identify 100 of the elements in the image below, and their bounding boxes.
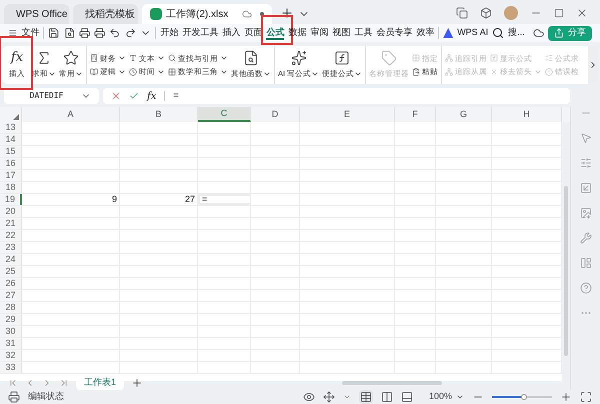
row-header[interactable]: 14 [0,134,22,145]
file-menu[interactable]: 文件 [21,26,40,40]
page-view-icon[interactable] [380,391,393,403]
zoom-menu[interactable]: 100% [428,390,464,404]
print-icon[interactable] [94,27,106,39]
cloud-icon [242,9,252,19]
function-icon [445,54,454,62]
caret-icon [263,70,271,78]
menu-tab[interactable]: 审阅 [310,27,328,38]
search-icon [492,27,504,39]
share-icon [554,28,564,38]
caret-icon [456,393,464,401]
row-header[interactable]: 22 [0,230,22,241]
row-header[interactable]: 21 [0,218,22,229]
macro-icon[interactable] [8,391,20,403]
row-header[interactable]: 25 [0,266,22,277]
row-header[interactable]: 31 [0,338,22,349]
last-sheet-icon[interactable] [59,378,69,388]
row-header[interactable]: 17 [0,170,22,181]
zoom-in-icon[interactable] [560,391,572,403]
caret-icon [48,70,56,78]
cube-icon[interactable] [480,7,492,19]
row-header[interactable]: 30 [0,326,22,337]
column-header[interactable]: C [198,107,251,122]
page-break-icon[interactable] [400,391,413,403]
caret-icon [311,70,320,78]
window-icon[interactable] [456,7,468,19]
function-icon [381,50,398,66]
row-header[interactable]: 18 [0,182,22,193]
row-header[interactable]: 27 [0,290,22,301]
document-tab[interactable]: 工作簿(2).xlsx [142,4,272,24]
row-header[interactable]: 13 [0,122,22,133]
menu-tab[interactable]: 视图 [332,27,350,38]
function-icon [490,54,498,62]
document-tab[interactable]: WPS Office [4,4,69,24]
function-icon [129,68,137,76]
formula-field[interactable]: fx = [103,88,570,104]
cell-value: 27 [184,192,195,206]
print-icon[interactable] [78,27,90,39]
function-icon [545,54,554,62]
function-icon [90,54,98,62]
search-field[interactable]: 搜... [492,26,525,40]
row-header[interactable]: 28 [0,302,22,313]
normal-view-button[interactable] [358,390,373,404]
redo-icon[interactable] [124,27,136,39]
menu-tab[interactable]: 会员专享 [376,27,412,38]
menu-tab[interactable]: 开发工具 [182,27,218,38]
undo-icon[interactable] [109,27,121,39]
menu-tab[interactable]: 公式 [266,27,284,40]
maximize-icon[interactable] [554,8,564,18]
ai-button[interactable]: WPS AI [443,26,488,40]
row-header[interactable]: 32 [0,350,22,361]
cell-value: 9 [112,192,117,206]
row-header[interactable]: 20 [0,206,22,217]
cloud-icon[interactable] [532,27,544,39]
menu-tab[interactable]: 插入 [222,27,240,38]
row-header[interactable]: 16 [0,158,22,169]
function-icon [545,68,554,76]
row-header[interactable]: 29 [0,314,22,325]
sliders-icon[interactable] [580,157,592,169]
new-tab-icon[interactable] [280,6,294,20]
row-header[interactable]: 24 [0,254,22,265]
menu-tab[interactable]: 效率 [416,27,434,38]
menu-tab[interactable]: 工具 [354,27,372,38]
function-icon [412,68,420,76]
menu-tab[interactable]: 开始 [160,27,178,38]
move-icon[interactable] [322,391,335,403]
close-icon[interactable] [576,7,588,19]
row-header[interactable]: 19 [0,194,22,205]
row-header[interactable]: 26 [0,278,22,289]
menu-icon[interactable] [8,28,18,38]
caret-icon[interactable] [342,393,351,401]
row-header[interactable]: 23 [0,242,22,253]
active-cell-text: = [202,192,208,206]
function-icon [290,50,307,66]
save-icon[interactable] [48,27,60,39]
function-icon [168,54,176,62]
function-icon [63,50,79,66]
sheet-tab[interactable]: 工作表1 [76,376,124,390]
confirm-icon[interactable] [129,91,139,101]
add-sheet-icon[interactable] [131,376,144,388]
row-header[interactable]: 15 [0,146,22,157]
preview-icon[interactable] [64,27,75,39]
spreadsheet-icon [150,8,162,20]
function-icon [445,68,454,76]
name-box[interactable]: DATEDIF [4,88,99,104]
function-icon [129,54,137,62]
document-tab[interactable]: 找稻壳模板 [73,4,138,24]
first-sheet-icon[interactable] [8,378,18,388]
caret-icon [75,70,83,78]
cancel-icon[interactable] [111,91,121,101]
status-text: 编辑状态 [28,390,64,404]
function-symbol[interactable]: fx [147,88,156,104]
function-symbol: fx [10,50,24,66]
eye-icon[interactable] [302,391,315,403]
row-header[interactable]: 33 [0,362,22,373]
function-icon [334,50,350,66]
fullscreen-icon[interactable] [580,391,592,403]
function-icon [168,68,176,76]
caret-icon [354,70,362,78]
